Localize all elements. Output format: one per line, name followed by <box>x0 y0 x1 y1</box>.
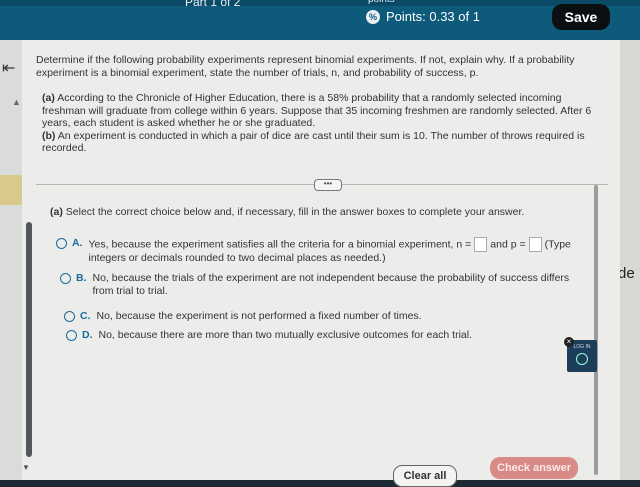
points-display: % Points: 0.33 of 1 <box>366 9 480 24</box>
option-a-text: Yes, because the experiment satisfies al… <box>89 237 587 265</box>
option-b[interactable]: B. No, because the trials of the experim… <box>60 272 590 297</box>
left-highlight <box>0 175 22 205</box>
option-d[interactable]: D. No, because there are more than two m… <box>66 329 586 342</box>
option-c[interactable]: C. No, because the experiment is not per… <box>64 310 584 323</box>
option-d-radio[interactable] <box>66 330 77 341</box>
scroll-down-icon[interactable]: ▼ <box>22 463 30 472</box>
save-button[interactable]: Save <box>552 4 610 30</box>
option-a-text-2: and p = <box>490 238 526 251</box>
right-scrollbar[interactable] <box>594 185 598 475</box>
question-parts: (a) According to the Chronicle of Higher… <box>42 92 604 155</box>
login-label: LOG IN <box>573 344 591 350</box>
top-bar: Part 1 of 2 points % Points: 0.33 of 1 S… <box>0 0 640 40</box>
collapse-toggle[interactable]: ••• <box>314 179 342 191</box>
login-widget[interactable]: × LOG IN <box>564 337 597 372</box>
option-d-text: No, because there are more than two mutu… <box>98 329 473 341</box>
part-a-body: According to the Chronicle of Higher Edu… <box>42 92 592 129</box>
option-b-radio[interactable] <box>60 273 71 284</box>
points-top-label: points <box>368 0 395 5</box>
answer-prompt: (a) Select the correct choice below and,… <box>50 206 524 218</box>
option-b-text: No, because the trials of the experiment… <box>92 272 570 297</box>
part-label: Part 1 of 2 <box>185 0 241 9</box>
score-icon: % <box>366 9 380 24</box>
check-answer-button[interactable]: Check answer <box>490 457 578 479</box>
option-a-text-1: Yes, because the experiment satisfies al… <box>88 238 472 251</box>
part-b-body: An experiment is conducted in which a pa… <box>42 129 585 155</box>
option-a-letter: A. <box>72 237 83 249</box>
option-c-text: No, because the experiment is not perfor… <box>96 310 422 322</box>
n-input[interactable] <box>474 237 488 252</box>
part-a-text: (a) According to the Chronicle of Higher… <box>42 92 604 130</box>
answer-prompt-tag: (a) <box>50 206 63 218</box>
question-intro: Determine if the following probability e… <box>36 54 575 79</box>
side-text: de <box>618 265 635 282</box>
part-b-text: (b) An experiment is conducted in which … <box>42 130 604 155</box>
right-edge <box>620 40 640 480</box>
option-a-radio[interactable] <box>56 238 67 249</box>
option-b-letter: B. <box>76 272 87 284</box>
back-arrow-icon[interactable]: ⇤ <box>2 58 15 78</box>
top-strip <box>0 0 640 6</box>
clear-all-button[interactable]: Clear all <box>393 465 457 487</box>
option-c-radio[interactable] <box>64 311 75 322</box>
option-a[interactable]: A. Yes, because the experiment satisfies… <box>56 237 586 265</box>
answer-prompt-body: Select the correct choice below and, if … <box>65 206 525 218</box>
option-d-letter: D. <box>82 329 93 341</box>
p-input[interactable] <box>528 237 542 252</box>
left-scrollbar[interactable] <box>26 222 32 457</box>
part-a-tag: (a) <box>42 92 55 104</box>
login-ring-icon <box>576 353 588 365</box>
option-c-letter: C. <box>80 310 91 322</box>
scroll-up-icon[interactable]: ▲ <box>12 97 21 107</box>
points-label: Points: 0.33 of 1 <box>386 9 480 24</box>
part-b-tag: (b) <box>42 129 56 142</box>
